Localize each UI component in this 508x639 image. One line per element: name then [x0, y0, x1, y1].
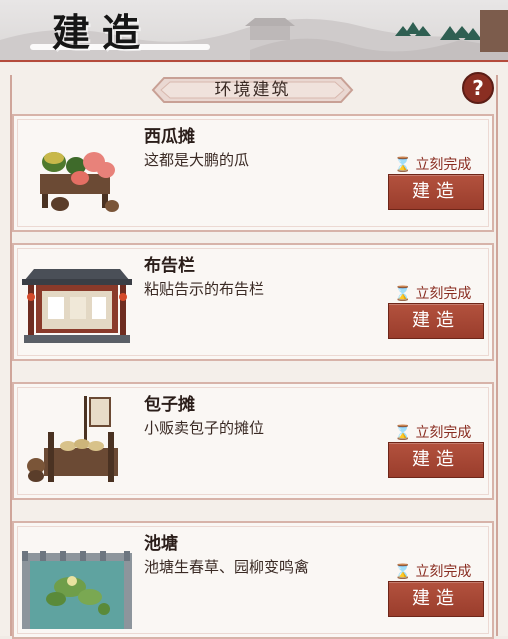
build-button[interactable]: 建造 [388, 581, 484, 617]
item-title: 西瓜摊 [144, 127, 195, 147]
instant-complete-label: ⌛ 立刻完成 [394, 564, 472, 580]
notice-board-icon [22, 269, 132, 343]
item-title: 包子摊 [144, 395, 195, 415]
instant-complete-label: ⌛ 立刻完成 [394, 157, 472, 173]
instant-complete-label: ⌛ 立刻完成 [394, 286, 472, 302]
list-item: 布告栏 粘贴告示的布告栏 ⌛ 立刻完成 建造 [12, 243, 494, 361]
hourglass-icon: ⌛ [394, 286, 412, 302]
hourglass-icon: ⌛ [394, 564, 412, 580]
header-banner: 建造 [0, 0, 508, 62]
item-title: 池塘 [144, 534, 178, 554]
page-title: 建造 [52, 10, 153, 55]
list-item: 池塘 池塘生春草、园柳变鸣禽 ⌛ 立刻完成 建造 [12, 521, 494, 639]
hourglass-icon: ⌛ [394, 157, 412, 173]
build-button[interactable]: 建造 [388, 442, 484, 478]
build-button[interactable]: 建造 [388, 174, 484, 210]
bun-stall-icon [27, 396, 118, 482]
build-button[interactable]: 建造 [388, 303, 484, 339]
tab-label: 环境建筑 [214, 80, 291, 100]
question-icon: ? [472, 76, 484, 100]
item-title: 布告栏 [144, 256, 195, 276]
watermelon-stall-icon [40, 152, 119, 212]
list-item: 包子摊 小贩卖包子的摊位 ⌛ 立刻完成 建造 [12, 382, 494, 500]
item-description: 这都是大鹏的瓜 [144, 151, 250, 169]
pond-icon [22, 551, 132, 629]
tab-environment-buildings[interactable]: 环境建筑 [150, 75, 355, 105]
item-description: 粘贴告示的布告栏 [144, 280, 265, 298]
header-divider [0, 60, 508, 62]
item-description: 小贩卖包子的摊位 [144, 419, 265, 437]
item-description: 池塘生春草、园柳变鸣禽 [144, 558, 310, 576]
list-item: 西瓜摊 这都是大鹏的瓜 ⌛ 立刻完成 建造 [12, 114, 494, 232]
hourglass-icon: ⌛ [394, 425, 412, 441]
help-button[interactable]: ? [462, 72, 494, 104]
instant-complete-label: ⌛ 立刻完成 [394, 425, 472, 441]
